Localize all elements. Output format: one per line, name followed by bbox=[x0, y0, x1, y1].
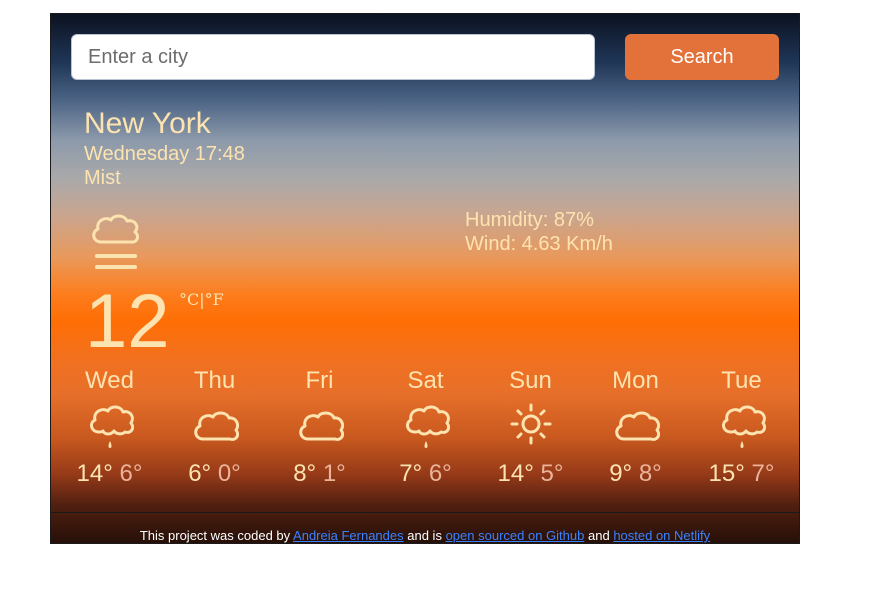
cloud-icon bbox=[298, 411, 344, 441]
forecast-day: Wed 14° 6° bbox=[57, 366, 162, 488]
celsius-link[interactable]: °C bbox=[179, 290, 199, 309]
forecast-day: Mon 9° 8° bbox=[583, 366, 688, 488]
forecast-min: 0° bbox=[217, 460, 241, 487]
forecast-temps: 6° 0° bbox=[162, 460, 267, 488]
forecast-day: Tue 15° 7° bbox=[689, 366, 794, 488]
forecast-day: Thu 6° 0° bbox=[162, 366, 267, 488]
forecast-day: Sun 14° 5° bbox=[478, 366, 583, 488]
forecast-min: 5° bbox=[540, 460, 564, 487]
search-button[interactable]: Search bbox=[625, 34, 779, 80]
forecast-day-name: Sun bbox=[509, 367, 552, 394]
netlify-link[interactable]: hosted on Netlify bbox=[613, 528, 710, 543]
footer: This project was coded by Andreia Fernan… bbox=[51, 512, 799, 543]
forecast-max: 8° bbox=[293, 460, 317, 487]
forecast-temps: 7° 6° bbox=[373, 460, 478, 488]
forecast-max: 14° bbox=[76, 460, 113, 487]
forecast-max: 7° bbox=[399, 460, 423, 487]
cloud-icon bbox=[614, 411, 660, 441]
forecast-day: Sat 7° 6° bbox=[373, 366, 478, 488]
forecast-min: 7° bbox=[751, 460, 775, 487]
weather-app: Search New York Wednesday 17:48 Mist 12 … bbox=[50, 13, 800, 544]
sun-icon bbox=[510, 403, 551, 445]
wind-speed: Wind: 4.63 Km/h bbox=[465, 233, 613, 255]
rain-icon bbox=[405, 405, 450, 448]
footer-text: This project was coded by bbox=[139, 528, 291, 543]
fahrenheit-link[interactable]: °F bbox=[205, 290, 224, 309]
current-temperature: 12 bbox=[85, 279, 170, 364]
city-name: New York bbox=[84, 107, 211, 140]
forecast-temps: 8° 1° bbox=[267, 460, 372, 488]
forecast-temps: 9° 8° bbox=[583, 460, 688, 488]
forecast-max: 9° bbox=[609, 460, 633, 487]
author-link[interactable]: Andreia Fernandes bbox=[293, 528, 404, 543]
forecast-max: 15° bbox=[708, 460, 745, 487]
footer-text: and is bbox=[407, 528, 442, 543]
forecast-day-name: Wed bbox=[85, 367, 134, 394]
forecast-day-name: Mon bbox=[612, 367, 659, 394]
cloud-icon bbox=[193, 411, 239, 441]
forecast-max: 14° bbox=[497, 460, 534, 487]
forecast-day-name: Sat bbox=[407, 367, 444, 394]
city-search-input[interactable] bbox=[71, 34, 595, 80]
forecast-temps: 14° 5° bbox=[478, 460, 583, 488]
unit-toggle: °C|°F bbox=[179, 290, 224, 309]
forecast-day-name: Tue bbox=[721, 367, 762, 394]
forecast: Wed 14° 6° Thu 6° 0° Fri 8° 1° Sat 7° 6°… bbox=[57, 366, 797, 496]
humidity: Humidity: 87% bbox=[465, 209, 594, 231]
rain-icon bbox=[721, 405, 766, 448]
forecast-min: 6° bbox=[428, 460, 452, 487]
forecast-min: 6° bbox=[119, 460, 143, 487]
forecast-min: 8° bbox=[638, 460, 662, 487]
github-link[interactable]: open sourced on Github bbox=[446, 528, 585, 543]
current-date: Wednesday 17:48 bbox=[84, 143, 245, 165]
forecast-day-name: Fri bbox=[305, 367, 334, 394]
forecast-min: 1° bbox=[322, 460, 346, 487]
forecast-day: Fri 8° 1° bbox=[267, 366, 372, 488]
footer-text: and bbox=[587, 528, 610, 543]
forecast-max: 6° bbox=[188, 460, 212, 487]
weather-description: Mist bbox=[84, 167, 121, 189]
mist-icon bbox=[92, 214, 140, 269]
forecast-temps: 14° 6° bbox=[57, 460, 162, 488]
rain-icon bbox=[89, 405, 134, 448]
forecast-day-name: Thu bbox=[193, 367, 236, 394]
forecast-temps: 15° 7° bbox=[689, 460, 794, 488]
